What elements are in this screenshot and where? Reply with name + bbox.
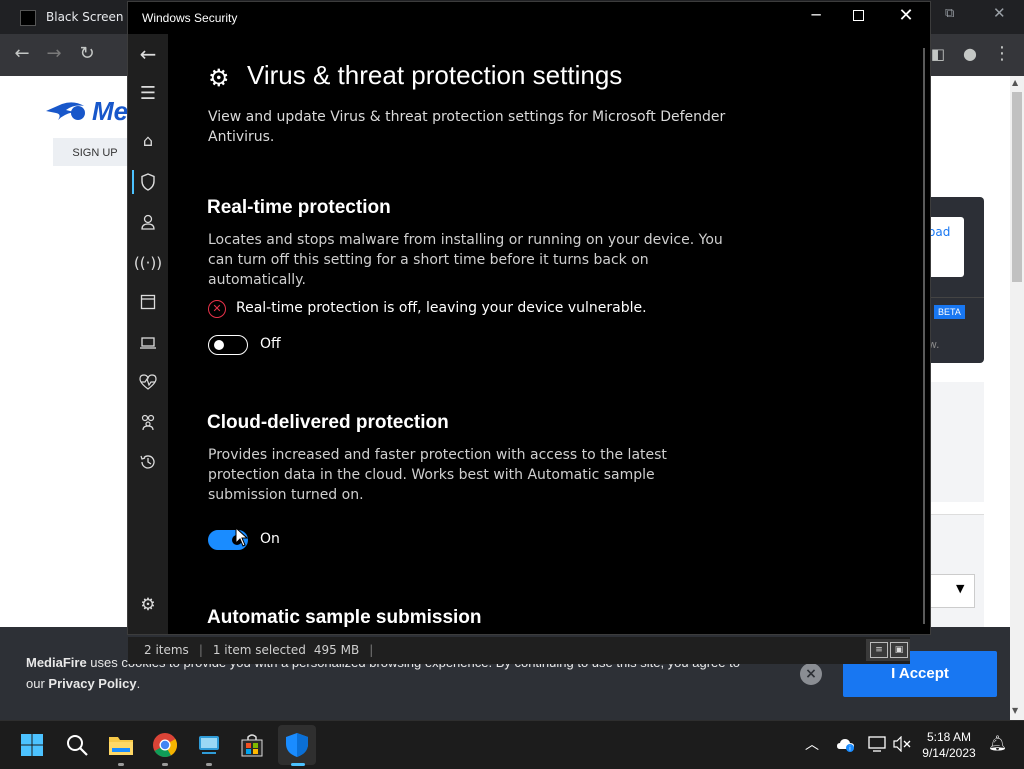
realtime-description: Locates and stops malware from installin… [208, 232, 723, 288]
status-size: 495 MB [313, 643, 360, 657]
error-x-icon: ✕ [208, 300, 226, 318]
gray-card [928, 382, 984, 502]
onedrive-icon[interactable]: i [836, 737, 856, 753]
download-label: oad [928, 225, 951, 239]
laptop-device-icon[interactable] [139, 336, 157, 350]
content-scrollbar[interactable] [923, 48, 925, 624]
browser-tab-title: Black Screen [46, 10, 124, 24]
tray-chevron-up-icon[interactable]: ︿ [805, 734, 819, 754]
maximize-icon[interactable] [853, 10, 864, 21]
page-title: Virus & threat protection settings [247, 60, 623, 90]
signup-button[interactable]: SIGN UP [53, 138, 137, 166]
running-indicator [118, 763, 124, 766]
cookie-suffix: . [136, 676, 141, 691]
tiles-view-icon[interactable]: ▣ [890, 642, 908, 658]
cookie-close-icon[interactable]: × [800, 663, 822, 685]
status-separator: | [369, 643, 374, 657]
browser-close-icon[interactable]: ✕ [993, 4, 1006, 22]
back-arrow-icon[interactable]: ← [128, 41, 168, 67]
running-indicator [162, 763, 168, 766]
minimize-icon[interactable]: ─ [806, 6, 826, 24]
panel-divider [928, 297, 984, 298]
store-icon[interactable] [239, 732, 265, 758]
nav-active-indicator [132, 170, 134, 194]
browser-reload-icon[interactable]: ↻ [75, 42, 99, 66]
windows-security-shield-icon[interactable] [284, 732, 310, 758]
mouse-cursor-icon [235, 527, 249, 547]
home-icon[interactable]: ⌂ [128, 128, 168, 154]
wireless-antenna-icon[interactable]: ((·)) [128, 250, 168, 276]
taskbar: ︿ i 5:18 AM 9/14/2023 🔔︎ [0, 720, 1024, 769]
page-select[interactable] [928, 574, 975, 608]
notification-bell-icon[interactable]: 🔔︎ [988, 734, 1007, 752]
realtime-toggle[interactable] [208, 335, 248, 355]
browser-back-icon[interactable]: ← [10, 42, 34, 66]
sample-title: Automatic sample submission [207, 607, 482, 628]
browser-forward-icon[interactable]: → [42, 42, 66, 66]
taskbar-clock[interactable]: 5:18 AM 9/14/2023 [914, 729, 984, 761]
cloud-description: Provides increased and faster protection… [208, 447, 667, 503]
browser-scroll-thumb[interactable] [1012, 92, 1022, 282]
toggle-knob [214, 340, 224, 350]
realtime-toggle-label: Off [260, 336, 281, 352]
view-toggle-group: ≡ ▣ [866, 639, 910, 661]
browser-restore-icon[interactable]: ⧉ [945, 6, 954, 21]
browser-profile-icon[interactable]: ● [958, 42, 982, 66]
volume-muted-icon[interactable] [893, 736, 911, 752]
windows-start-icon[interactable] [20, 733, 44, 757]
tab-favicon-icon [20, 9, 36, 26]
close-icon[interactable]: ✕ [896, 5, 916, 26]
running-indicator [206, 763, 212, 766]
status-selected: 1 item selected [212, 643, 306, 657]
beta-badge: BETA [934, 305, 965, 319]
mediafire-logo-icon [46, 102, 85, 120]
clock-date: 9/14/2023 [922, 746, 976, 760]
heart-pulse-icon[interactable] [139, 374, 157, 390]
scroll-down-icon[interactable]: ▼ [1012, 706, 1018, 715]
chrome-icon[interactable] [152, 732, 178, 758]
gear-icon[interactable]: ⚙ [128, 592, 168, 618]
active-indicator [291, 763, 305, 766]
realtime-warning: Real-time protection is off, leaving you… [236, 300, 647, 316]
app-browser-icon[interactable] [140, 294, 156, 310]
settings-content: ⚙ Virus & threat protection settings Vie… [168, 34, 918, 634]
privacy-policy-link[interactable]: Privacy Policy [48, 676, 136, 691]
account-person-icon[interactable] [140, 213, 156, 231]
download-button[interactable]: oad [928, 217, 964, 277]
browser-tab[interactable]: Black Screen [8, 4, 128, 34]
window-title: Windows Security [142, 11, 238, 25]
scroll-up-icon[interactable]: ▲ [1012, 78, 1018, 87]
nav-rail [128, 34, 168, 634]
family-icon[interactable] [139, 413, 157, 431]
explorer-status-bar: 2 items | 1 item selected 495 MB | [128, 637, 910, 664]
remote-desktop-icon[interactable] [196, 734, 222, 756]
status-items: 2 items [144, 643, 189, 657]
gray-card-lower [928, 514, 984, 627]
cookie-brand: MediaFire [26, 655, 87, 670]
mediafire-logo-text: Me [92, 96, 129, 126]
cloud-toggle-label: On [260, 531, 280, 547]
clock-time: 5:18 AM [926, 730, 972, 744]
history-icon[interactable] [139, 453, 157, 471]
details-view-icon[interactable]: ≡ [870, 642, 888, 658]
realtime-title: Real-time protection [207, 197, 391, 218]
page-description: View and update Virus & threat protectio… [208, 109, 726, 145]
select-caret-icon: ▼ [956, 582, 965, 595]
windows-security-window: Windows Security ─ ✕ ← ☰ ⌂ ((·)) ⚙ ⚙ Vir… [127, 1, 931, 635]
settings-gears-icon: ⚙ [208, 64, 230, 92]
search-icon[interactable] [65, 733, 89, 757]
status-separator: | [198, 643, 203, 657]
file-explorer-icon[interactable] [108, 734, 134, 756]
network-monitor-icon[interactable] [868, 736, 886, 752]
shield-icon[interactable] [140, 173, 156, 191]
hamburger-menu-icon[interactable]: ☰ [128, 81, 168, 107]
browser-menu-icon[interactable]: ⋮ [990, 42, 1014, 66]
cloud-title: Cloud-delivered protection [207, 412, 449, 433]
